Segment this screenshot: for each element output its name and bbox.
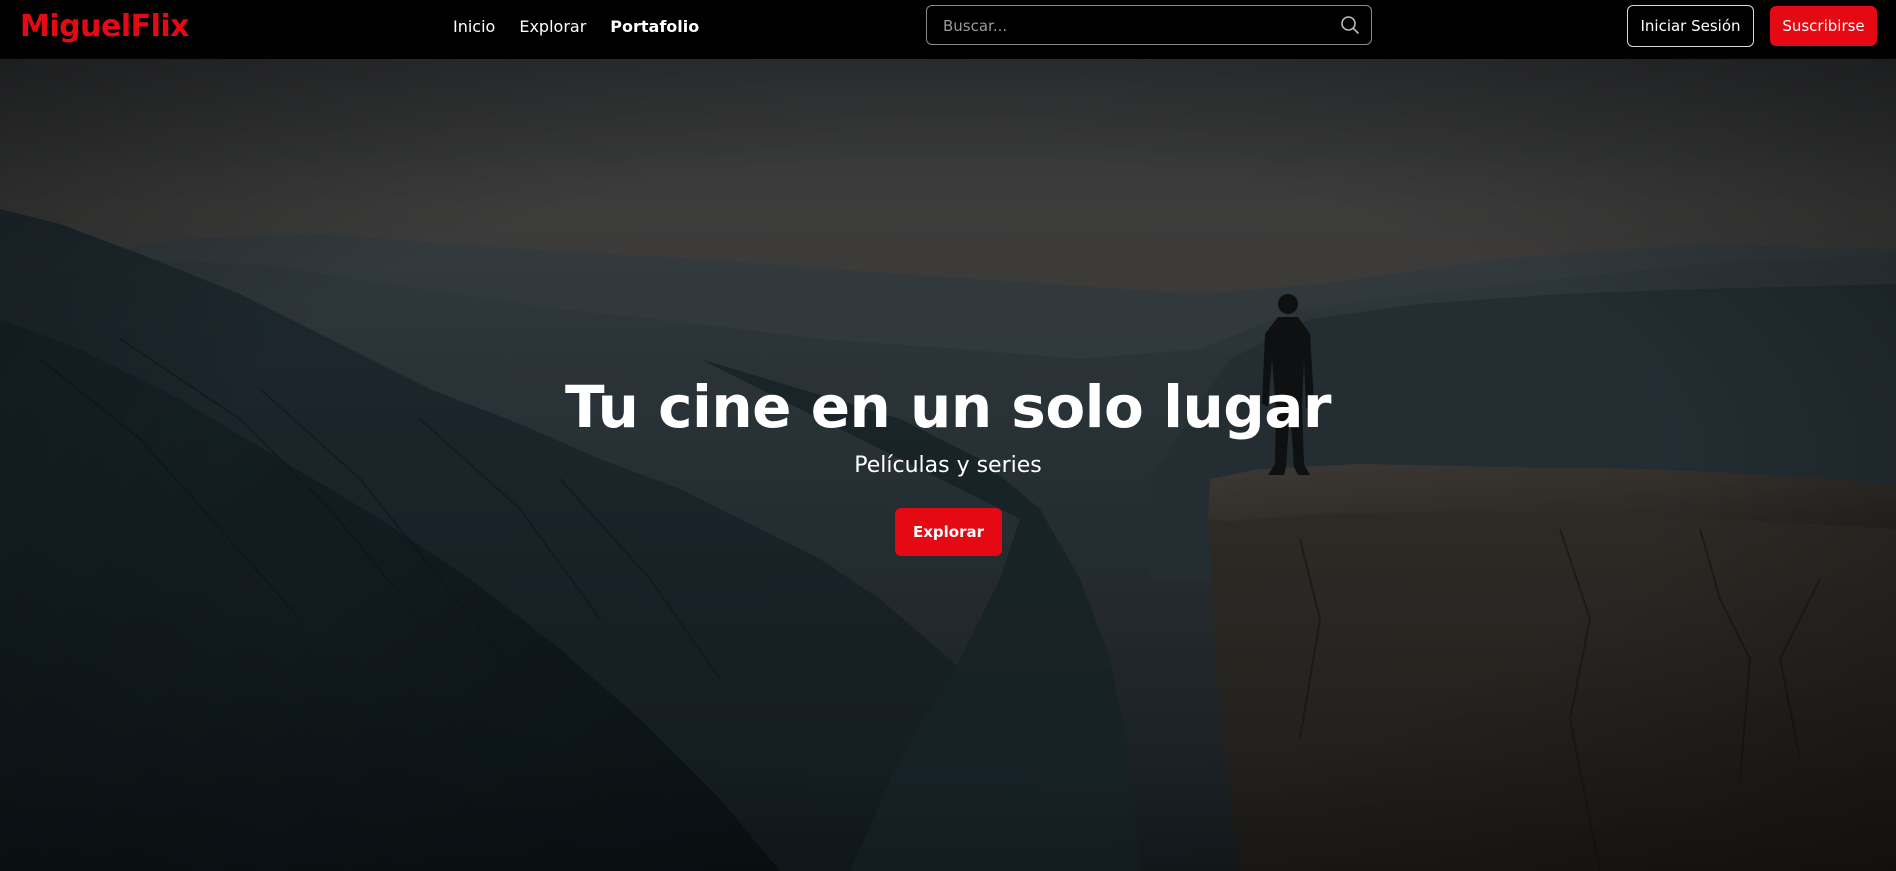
login-button[interactable]: Iniciar Sesión [1627,5,1754,47]
hero-content: Tu cine en un solo lugar Películas y ser… [0,59,1896,871]
main-nav: Inicio Explorar Portafolio [453,16,699,38]
top-navbar: MiguelFlix Inicio Explorar Portafolio In… [0,0,1896,59]
search-icon[interactable] [1340,15,1360,35]
hero-section: Tu cine en un solo lugar Películas y ser… [0,59,1896,871]
page: MiguelFlix Inicio Explorar Portafolio In… [0,0,1896,871]
hero-subtitle: Películas y series [854,453,1042,478]
nav-link-explorar[interactable]: Explorar [519,16,586,38]
brand-logo[interactable]: MiguelFlix [20,8,190,46]
nav-link-inicio[interactable]: Inicio [453,16,495,38]
subscribe-button[interactable]: Suscribirse [1770,6,1877,46]
hero-title: Tu cine en un solo lugar [564,373,1332,441]
search-input[interactable] [941,6,1315,46]
explore-button[interactable]: Explorar [895,508,1002,556]
nav-link-portafolio[interactable]: Portafolio [610,16,699,38]
search-box [926,5,1372,46]
